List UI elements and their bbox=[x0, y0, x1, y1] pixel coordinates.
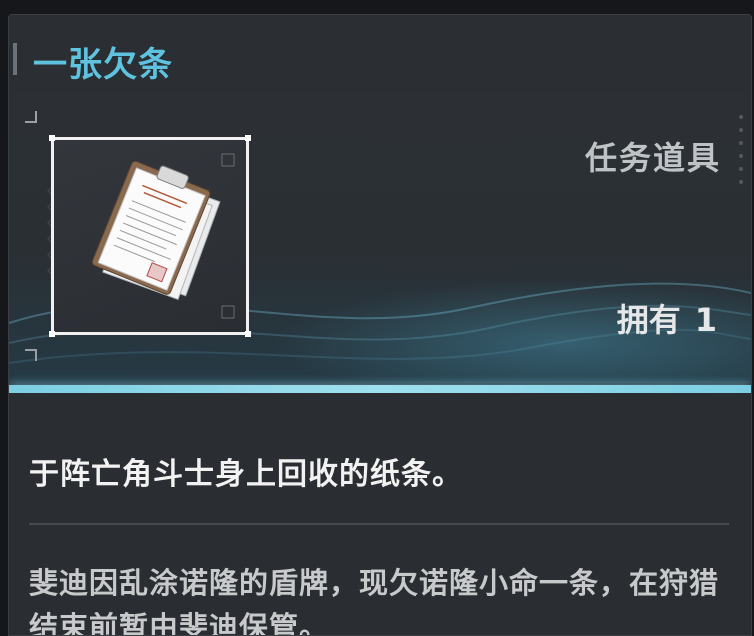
owned-count-label: 拥有 1 bbox=[617, 295, 717, 341]
title-accent-bar bbox=[13, 43, 17, 75]
description-area: 于阵亡角斗士身上回收的纸条。 斐迪因乱涂诺隆的盾牌，现欠诺隆小命一条，在狩猎结束… bbox=[9, 393, 751, 636]
banner-corner-bottom-left bbox=[25, 349, 37, 361]
item-icon-frame bbox=[49, 135, 251, 337]
item-title: 一张欠条 bbox=[33, 45, 173, 85]
item-detail-panel: 一张欠条 ◇◇◇◇◇◇ bbox=[8, 14, 752, 636]
paper-documents-clipboard-icon bbox=[91, 153, 235, 319]
item-category: 任务道具 bbox=[584, 139, 721, 177]
banner-corner-top-left bbox=[25, 111, 37, 123]
description-divider bbox=[29, 523, 729, 525]
banner-accent-line bbox=[9, 385, 751, 393]
title-bar: 一张欠条 bbox=[9, 15, 751, 93]
item-description: 斐迪因乱涂诺隆的盾牌，现欠诺隆小命一条，在狩猎结束前暂由斐迪保管。 bbox=[29, 566, 720, 636]
banner-side-dots bbox=[739, 115, 745, 193]
item-summary: 于阵亡角斗士身上回收的纸条。 bbox=[29, 457, 463, 492]
owned-count: 1 bbox=[694, 301, 717, 339]
owned-label: 拥有 bbox=[616, 301, 681, 339]
